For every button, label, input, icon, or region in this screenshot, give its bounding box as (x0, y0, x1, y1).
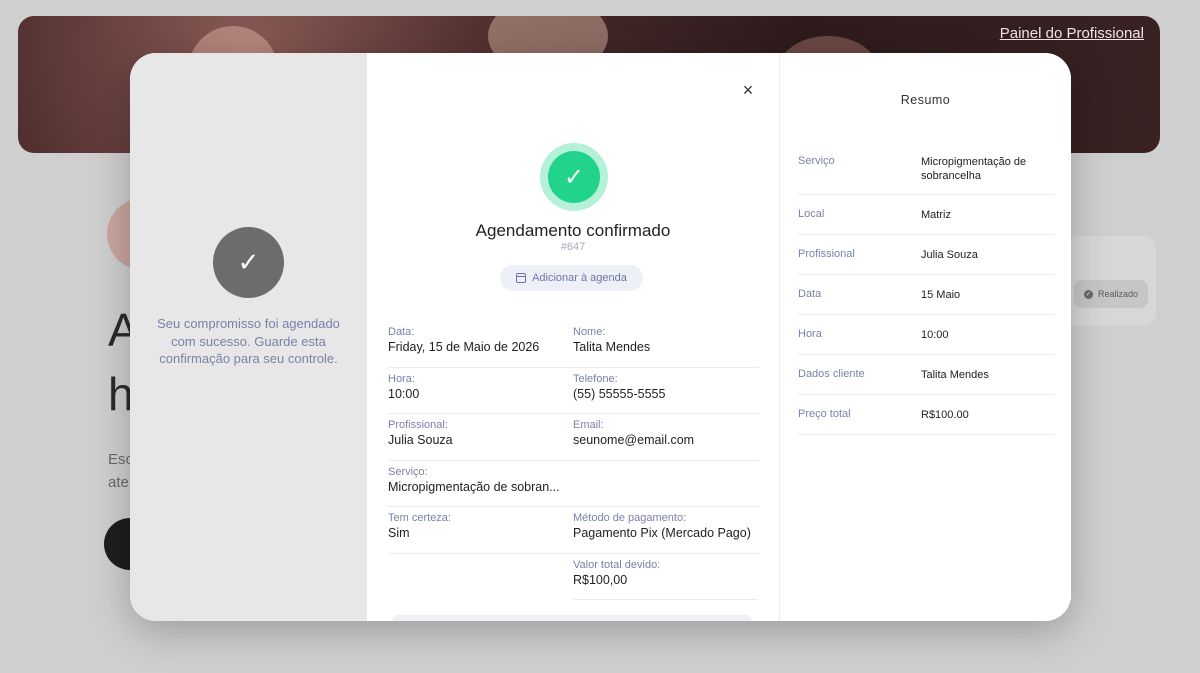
details-row: Tem certeza: Sim Método de pagamento: Paga… (388, 507, 759, 554)
summary-row: Hora 10:00 (798, 315, 1054, 355)
detail-email: Email: seunome@email.com (573, 419, 695, 447)
details-row: Profissional: Julia Souza Email: seunome@e… (388, 414, 759, 461)
success-message: Seu compromisso foi agendado com sucesso… (157, 316, 340, 366)
action-bar (392, 615, 752, 621)
detail-total-due: Valor total devido: R$100,00 (573, 554, 758, 600)
summary-row: Local Matriz (798, 195, 1054, 235)
detail-confirmation: Tem certeza: Sim (388, 512, 451, 540)
summary-row: Profissional Julia Souza (798, 235, 1054, 275)
check-icon: ✓ (548, 151, 600, 203)
detail-service: Serviço: Micropigmentação de sobran... (388, 465, 560, 494)
summary-row: Dados cliente Talita Mendes (798, 355, 1054, 395)
status-badge: ✓ Realizado (1074, 280, 1149, 308)
close-icon: × (742, 79, 754, 100)
detail-professional: Profissional: Julia Souza (388, 419, 453, 447)
details-row: Hora: 10:00 Telefone: (55) 55555-5555 (388, 368, 759, 414)
details-row: Data: Friday, 15 de Maio de 2026 Nome: Tal… (388, 321, 759, 368)
success-indicator: ✓ (540, 143, 608, 211)
close-button[interactable]: × (739, 79, 757, 100)
summary-row: Data 15 Maio (798, 275, 1054, 315)
summary-list: Serviço Micropigmentação de sobrancelha L… (798, 141, 1054, 435)
summary-row: Preço total R$100.00 (798, 395, 1054, 435)
booking-id: #647 (560, 241, 586, 253)
add-to-calendar-button[interactable]: Adicionar à agenda (500, 265, 643, 291)
confirmation-title: Agendamento confirmado (475, 221, 671, 240)
summary-row: Serviço Micropigmentação de sobrancelha (798, 141, 1054, 195)
detail-time: Hora: 10:00 (388, 372, 420, 401)
booking-confirmation-modal: ✓ Seu compromisso foi agendado com suces… (130, 53, 1071, 621)
check-icon: ✓ (1084, 289, 1093, 299)
left-pane: ✓ Seu compromisso foi agendado com suces… (130, 53, 367, 621)
details-row: Valor total devido: R$100,00 (388, 554, 759, 601)
detail-payment-method: Método de pagamento: Pagamento Pix (Merca… (573, 512, 751, 540)
detail-phone: Telefone: (55) 55555-5555 (573, 372, 666, 401)
confirmation-pane: × ✓ Agendamento confirmado #647 Adiciona… (367, 53, 780, 621)
detail-name: Nome: Talita Mendes (573, 326, 651, 354)
details-row: Serviço: Micropigmentação de sobran... (388, 461, 759, 507)
calendar-icon (516, 273, 527, 283)
summary-title: Resumo (900, 93, 951, 107)
detail-date: Data: Friday, 15 de Maio de 2026 (388, 326, 540, 354)
detail-empty (388, 554, 573, 601)
booking-details: Data: Friday, 15 de Maio de 2026 Nome: Tal… (388, 321, 759, 600)
summary-pane: Resumo Serviço Micropigmentação de sobran… (780, 53, 1071, 621)
check-icon: ✓ (213, 227, 284, 298)
professional-panel-link[interactable]: Painel do Profissional (1000, 25, 1144, 42)
